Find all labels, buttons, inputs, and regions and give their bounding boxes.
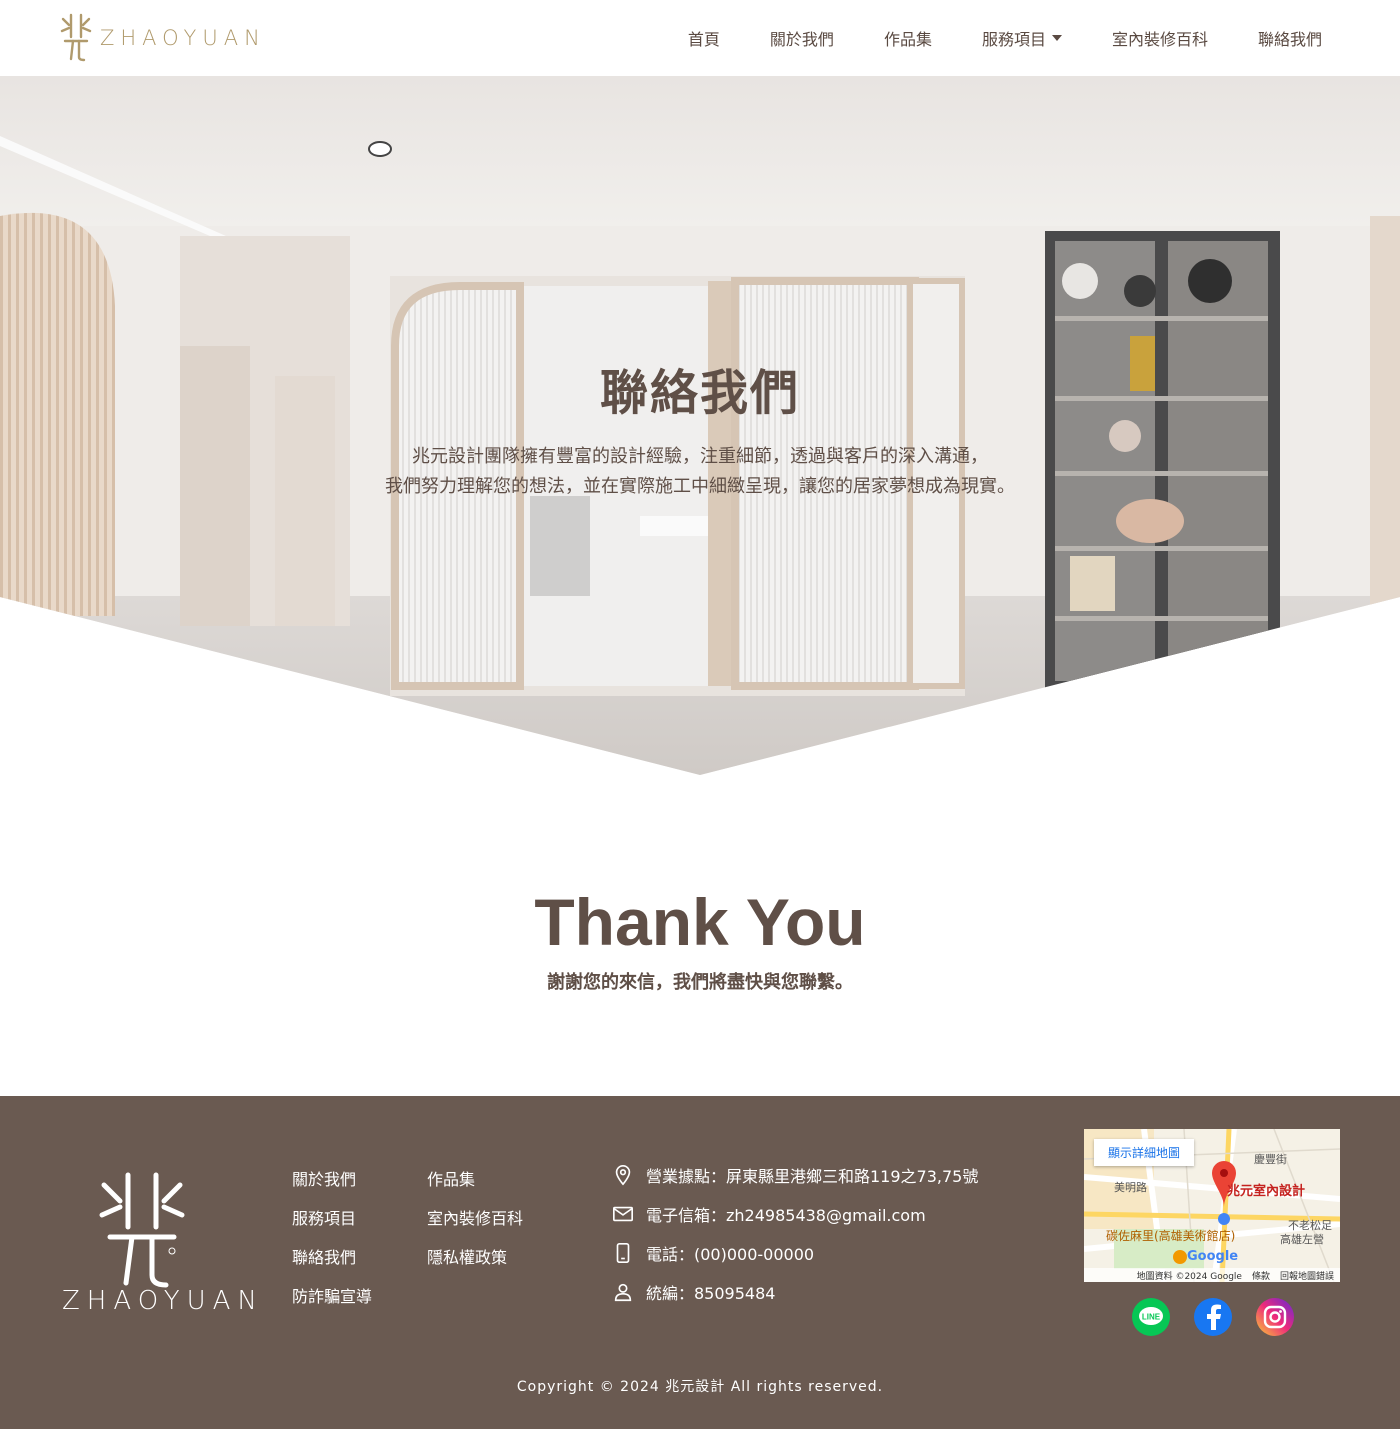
map-terms-link[interactable]: 條款	[1252, 1269, 1270, 1282]
nav-home[interactable]: 首頁	[688, 26, 720, 50]
phone-icon	[616, 1243, 630, 1263]
thank-you-message: 謝謝您的來信，我們將盡快與您聯繫。	[547, 972, 853, 993]
copyright: Copyright © 2024 兆元設計 All rights reserve…	[516, 1379, 884, 1395]
phone-row: 電話：(00)000-00000	[612, 1241, 814, 1265]
tax-id-row: 統編：85095484	[612, 1280, 775, 1304]
thank-you-heading: Thank You	[534, 885, 866, 959]
map-pin-label[interactable]: 兆元室內設計	[1227, 1180, 1305, 1199]
footer-link-contact[interactable]: 聯絡我們	[292, 1244, 356, 1268]
view-larger-map-button[interactable]: 顯示詳細地圖	[1094, 1139, 1195, 1166]
map-report-link[interactable]: 回報地圖錯誤	[1280, 1269, 1334, 1282]
map-data-credit: 地圖資料 ©2024 Google	[1136, 1271, 1242, 1282]
footer-link-anti-fraud[interactable]: 防詐騙宣導	[292, 1283, 372, 1307]
map-street-label: 高雄左營	[1280, 1233, 1324, 1246]
site-footer: ZHAOYUAN 關於我們 服務項目 聯絡我們 防詐騙宣導 作品集 室內裝修百科…	[0, 1096, 1400, 1429]
zhaoyuan-logo-mark-icon	[60, 13, 92, 62]
email-text[interactable]: 電子信箱：zh24985438@gmail.com	[646, 1202, 926, 1226]
map-attribution: 地圖資料 ©2024 Google 條款 回報地圖錯誤	[1084, 1268, 1340, 1282]
hero-banner: 聯絡我們 兆元設計團隊擁有豐富的設計經驗，注重細節，透過與客戶的深入溝通， 我們…	[0, 76, 1400, 775]
nav-services-label: 服務項目	[981, 30, 1046, 49]
phone-text[interactable]: 電話：(00)000-00000	[646, 1241, 814, 1265]
line-icon[interactable]: LINE	[1132, 1298, 1170, 1336]
google-logo: Google	[1187, 1249, 1239, 1264]
location-pin-icon	[615, 1165, 631, 1186]
footer-link-services[interactable]: 服務項目	[292, 1205, 356, 1229]
footer-logo-wordmark: ZHAOYUAN	[62, 1286, 264, 1316]
nav-encyclopedia[interactable]: 室內裝修百科	[1112, 26, 1208, 50]
map-street-label: 慶豐街	[1254, 1153, 1287, 1166]
hero-description: 兆元設計團隊擁有豐富的設計經驗，注重細節，透過與客戶的深入溝通， 我們努力理解您…	[0, 442, 1400, 502]
social-links: LINE	[1132, 1298, 1294, 1336]
site-header: ZHAOYUAN 首頁 關於我們 作品集 服務項目 室內裝修百科 聯絡我們	[0, 0, 1400, 76]
email-row: 電子信箱：zh24985438@gmail.com	[612, 1202, 926, 1226]
page-title: 聯絡我們	[599, 365, 800, 421]
user-icon	[614, 1283, 632, 1302]
svg-text:LINE: LINE	[1142, 1313, 1161, 1322]
footer-link-privacy[interactable]: 隱私權政策	[427, 1244, 507, 1268]
footer-link-portfolio[interactable]: 作品集	[427, 1166, 475, 1190]
footer-link-encyclopedia[interactable]: 室內裝修百科	[427, 1205, 523, 1229]
nav-contact[interactable]: 聯絡我們	[1258, 26, 1322, 50]
instagram-icon[interactable]	[1256, 1298, 1294, 1336]
hero-background-image	[0, 76, 1400, 775]
map-street-label: 美明路	[1114, 1181, 1147, 1194]
mail-icon	[613, 1206, 633, 1222]
chevron-down-icon	[1051, 35, 1062, 41]
nav-portfolio[interactable]: 作品集	[884, 26, 932, 50]
nav-about[interactable]: 關於我們	[770, 26, 834, 50]
footer-link-about[interactable]: 關於我們	[292, 1166, 356, 1190]
address-row: 營業據點：屏東縣里港鄉三和路119之73,75號	[612, 1163, 978, 1187]
google-map-embed[interactable]: 顯示詳細地圖 兆元室內設計 慶豐街 不老松足 高雄左營 美明路 碳佐麻里(高雄美…	[1084, 1129, 1340, 1282]
hero-description-line: 兆元設計團隊擁有豐富的設計經驗，注重細節，透過與客戶的深入溝通，	[412, 446, 988, 467]
tax-id-text: 統編：85095484	[646, 1284, 776, 1303]
logo-wordmark: ZHAOYUAN	[100, 26, 266, 50]
facebook-icon[interactable]	[1194, 1298, 1232, 1336]
nav-services[interactable]: 服務項目	[982, 26, 1062, 50]
site-logo[interactable]: ZHAOYUAN	[60, 12, 266, 64]
main-nav: 首頁 關於我們 作品集 服務項目 室內裝修百科 聯絡我們	[638, 0, 1322, 76]
hero-description-line: 我們努力理解您的想法，並在實際施工中細緻呈現，讓您的居家夢想成為現實。	[385, 476, 1015, 497]
address-text: 營業據點：屏東縣里港鄉三和路119之73,75號	[646, 1167, 979, 1186]
map-place-label[interactable]: 碳佐麻里(高雄美術館店)	[1106, 1227, 1235, 1244]
